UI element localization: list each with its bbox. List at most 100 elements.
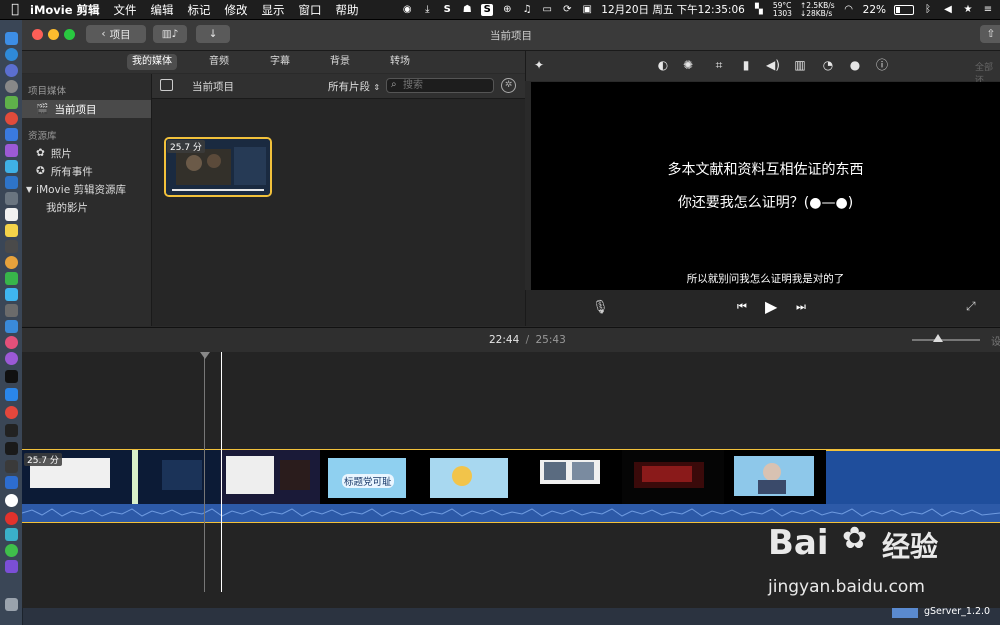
apple-icon[interactable]:  [0,2,30,17]
menu-file[interactable]: 文件 [114,2,137,18]
tab-titles[interactable]: 字幕 [260,54,300,70]
dock-app3-icon[interactable] [5,144,18,157]
info-icon[interactable]: ⓘ [875,58,889,72]
timeline-clip-6[interactable] [622,450,724,506]
bluetooth-icon[interactable]: ᛒ [922,4,934,16]
dock-app11-icon[interactable] [5,476,18,489]
dock-appstore-icon[interactable] [5,388,18,401]
dock-weibo-icon[interactable] [5,512,18,525]
play-icon[interactable]: ▶ [765,297,777,316]
tab-backgrounds[interactable]: 背景 [320,54,360,70]
project-thumbnail[interactable]: 25.7 分 [164,137,272,197]
ghost-icon[interactable]: ☗ [461,4,473,16]
menu-edit[interactable]: 编辑 [151,2,174,18]
menu-app-name[interactable]: iMovie 剪辑 [30,2,100,18]
control-icon[interactable]: ▣ [581,4,593,16]
zoom-slider-knob[interactable] [933,334,943,342]
dock-yandex-icon[interactable] [5,494,18,507]
timeline-clip-2[interactable] [220,450,320,506]
battery-icon[interactable] [894,4,914,15]
sidebar-item-current-project[interactable]: 🎬 当前项目 [22,100,151,118]
dock-itunes-icon[interactable] [5,336,18,349]
dock-podcast-icon[interactable] [5,352,18,365]
sidebar-item-photos[interactable]: ✿ 照片 [22,144,151,162]
dock-tv-icon[interactable] [5,370,18,383]
dock-app12-icon[interactable] [5,528,18,541]
dock-vivaldi-icon[interactable] [5,406,18,419]
dock-activity-icon[interactable] [5,442,18,455]
star-icon[interactable]: ★ [962,4,974,16]
sync-icon[interactable]: ⟳ [561,4,573,16]
dock-app9-icon[interactable] [5,320,18,333]
dock-imovie-icon[interactable] [5,560,18,573]
menu-window[interactable]: 窗口 [299,2,322,18]
sidebar-item-library[interactable]: ▼ iMovie 剪辑资源库 [22,180,151,198]
status-app-icon[interactable]: ◉ [401,4,413,16]
network-readout[interactable]: ↑2.5KB/s ↓28KB/s [800,1,835,18]
dock-safari-icon[interactable] [5,48,18,61]
clip-filter-dropdown[interactable]: 所有片段 ⇕ [328,79,380,94]
dock-terminal-icon[interactable] [5,424,18,437]
menu-help[interactable]: 帮助 [336,2,359,18]
playhead[interactable] [221,352,222,592]
timeline-clip-4[interactable] [420,450,520,506]
dock-chrome-icon[interactable] [5,112,18,125]
music-icon[interactable]: ♫ [521,4,533,16]
dock-app5-icon[interactable] [5,176,18,189]
temp-readout[interactable]: 59°C 1303 [773,1,792,18]
globe-icon[interactable]: ⊕ [501,4,513,16]
dock-trash-icon[interactable] [5,598,18,611]
search-input[interactable] [386,78,494,93]
menu-list-icon[interactable]: ≡ [982,4,994,16]
display-icon[interactable]: ▭ [541,4,553,16]
timeline-clip-3[interactable]: 标题党可耻 [320,450,420,506]
tab-transitions[interactable]: 转场 [380,54,420,70]
dock-finder-icon[interactable] [5,32,18,45]
disclosure-triangle-icon[interactable]: ▼ [26,185,32,194]
share-button[interactable]: ⇧ [980,25,1000,43]
timeline-clip-1[interactable]: 25.7 分 [22,450,220,506]
zoom-slider[interactable] [912,339,980,341]
download-icon[interactable]: ⤓ [421,4,433,16]
tab-my-media[interactable]: 我的媒体 [127,54,177,70]
menu-view[interactable]: 显示 [262,2,285,18]
dock-messages-icon[interactable] [5,288,18,301]
dock-app-icon[interactable] [5,80,18,93]
dock-android-icon[interactable] [5,96,18,109]
dock-app10-icon[interactable] [5,460,18,473]
fullscreen-icon[interactable]: ⤢ [966,299,976,314]
dock-calendar-icon[interactable] [5,208,18,221]
battery-percent[interactable]: 22% [863,4,886,16]
equalizer-icon[interactable]: ▥ [793,58,807,72]
wifi-icon[interactable]: ◠ [843,4,855,16]
timeline-settings-button[interactable]: 设 [991,333,1000,348]
skip-back-icon[interactable]: ⏮ [737,300,747,314]
microphone-icon[interactable]: 🎙 [592,300,609,315]
stabilization-icon[interactable]: ▮ [739,58,753,72]
clip-filter-icon[interactable]: ● [848,58,862,72]
skip-forward-icon[interactable]: ⏭ [796,300,806,314]
s-box-icon[interactable]: S [481,3,494,16]
speed-icon[interactable]: ◔ [821,58,835,72]
video-viewer[interactable]: 多本文献和资料互相佐证的东西 你还要我怎么证明？(●—●) 所以就别问我怎么证明… [531,82,1000,290]
dock-notes-icon[interactable] [5,224,18,237]
dock-app4-icon[interactable] [5,160,18,173]
gear-icon[interactable]: ✲ [501,78,516,93]
menu-mark[interactable]: 标记 [188,2,211,18]
dock-photos-icon[interactable] [5,256,18,269]
menu-modify[interactable]: 修改 [225,2,248,18]
dock-facetime-icon[interactable] [5,272,18,285]
color-correction-icon[interactable]: ✺ [681,58,695,72]
volume-icon[interactable]: ◀) [766,58,780,72]
sidebar-item-all-events[interactable]: ✪ 所有事件 [22,162,151,180]
clock[interactable]: 12月20日 周五 下午12:35:06 [601,2,745,17]
timeline-clip-5[interactable] [520,450,622,506]
tab-audio[interactable]: 音频 [199,54,239,70]
s-app-icon[interactable]: S [441,4,453,16]
dock-wechat-icon[interactable] [5,544,18,557]
dock-launchpad-icon[interactable] [5,64,18,77]
crop-icon[interactable]: ⌗ [712,58,726,72]
magic-wand-icon[interactable]: ✦ [532,58,546,72]
dock-app6-icon[interactable] [5,192,18,205]
sidebar-toggle-icon[interactable] [160,79,173,91]
